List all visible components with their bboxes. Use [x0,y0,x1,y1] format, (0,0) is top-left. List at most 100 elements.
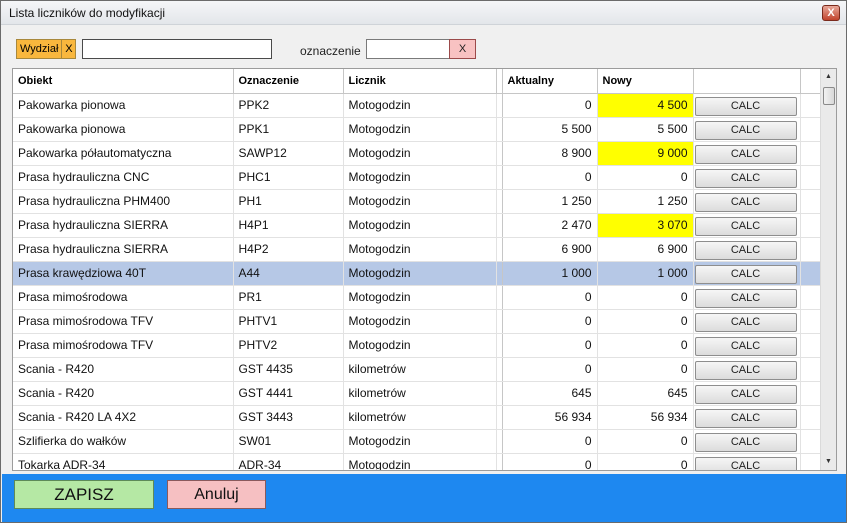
table-row[interactable]: Prasa mimośrodowa TFV PHTV1 Motogodzin 0 0 CA… [13,309,822,334]
table-row[interactable]: Prasa hydrauliczna SIERRA H4P1 Motogodzin 2… [13,213,822,238]
table-row[interactable]: Scania - R420 LA 4X2 GST 3443 kilometrów 56… [13,405,822,430]
column-header-obiekt[interactable]: Obiekt [13,69,234,94]
cell-licznik: Motogodzin [343,453,497,470]
cell-nowy[interactable]: 6 900 [597,237,694,262]
calc-button[interactable]: CALC [694,336,797,356]
cell-nowy[interactable]: 0 [597,285,694,310]
cell-aktualny: 0 [502,285,598,310]
cell-aktualny: 2 470 [502,213,598,238]
calc-button[interactable]: CALC [694,456,797,470]
cell-nowy[interactable]: 0 [597,309,694,334]
calc-button[interactable]: CALC [694,312,797,332]
cell-obiekt: Scania - R420 [13,381,234,406]
calc-button[interactable]: CALC [694,288,797,308]
table-body: Pakowarka pionowa PPK2 Motogodzin 0 4 500 CAL… [13,93,822,470]
cell-calc: CALC [693,309,801,334]
table-row[interactable]: Prasa hydrauliczna SIERRA H4P2 Motogodzin 6… [13,237,822,262]
cell-nowy[interactable]: 0 [597,333,694,358]
column-header-aktualny[interactable]: Aktualny [502,69,598,94]
cell-oznaczenie: A44 [233,261,344,286]
cell-nowy[interactable]: 1 250 [597,189,694,214]
calc-button[interactable]: CALC [694,264,797,284]
calc-button[interactable]: CALC [694,432,797,452]
cell-nowy[interactable]: 0 [597,165,694,190]
table-row[interactable]: Prasa krawędziowa 40T A44 Motogodzin 1 000 1… [13,261,822,286]
cell-nowy[interactable]: 56 934 [597,405,694,430]
cell-calc: CALC [693,381,801,406]
cell-obiekt: Pakowarka pionowa [13,117,234,142]
calc-button[interactable]: CALC [694,240,797,260]
cell-obiekt: Pakowarka pionowa [13,93,234,118]
cell-licznik: Motogodzin [343,333,497,358]
calc-button[interactable]: CALC [694,384,797,404]
cancel-button[interactable]: Anuluj [167,480,266,509]
cell-obiekt: Prasa mimośrodowa [13,285,234,310]
calc-button[interactable]: CALC [694,168,797,188]
cell-calc: CALC [693,285,801,310]
cell-oznaczenie: PHTV1 [233,309,344,334]
cell-licznik: Motogodzin [343,165,497,190]
column-header-nowy[interactable]: Nowy [597,69,694,94]
cell-nowy[interactable]: 4 500 [597,93,694,118]
calc-button[interactable]: CALC [694,96,797,116]
calc-button[interactable]: CALC [694,216,797,236]
cell-obiekt: Prasa hydrauliczna SIERRA [13,237,234,262]
close-button[interactable]: X [822,5,840,21]
calc-button[interactable]: CALC [694,408,797,428]
cell-end [800,189,822,214]
wydzial-tag-clear-button[interactable]: X [61,40,75,58]
cell-aktualny: 0 [502,453,598,470]
vertical-scrollbar[interactable]: ▲ ▼ [820,69,836,470]
table-row[interactable]: Prasa hydrauliczna CNC PHC1 Motogodzin 0 0 CA… [13,165,822,190]
cell-nowy[interactable]: 9 000 [597,141,694,166]
cell-nowy[interactable]: 0 [597,357,694,382]
calc-button[interactable]: CALC [694,192,797,212]
table-row[interactable]: Prasa mimośrodowa TFV PHTV2 Motogodzin 0 0 CA… [13,333,822,358]
table-row[interactable]: Szlifierka do wałków SW01 Motogodzin 0 0 CALC [13,429,822,454]
cell-oznaczenie: PR1 [233,285,344,310]
cell-nowy[interactable]: 645 [597,381,694,406]
cell-nowy[interactable]: 5 500 [597,117,694,142]
table-row[interactable]: Scania - R420 GST 4441 kilometrów 645 645 CAL… [13,381,822,406]
calc-button[interactable]: CALC [694,144,797,164]
cell-aktualny: 6 900 [502,237,598,262]
scroll-up-arrow-icon[interactable]: ▲ [821,69,836,85]
oznaczenie-clear-button[interactable]: X [449,39,476,59]
wydzial-filter-tag[interactable]: Wydział X [16,39,77,59]
dialog-window: Lista liczników do modyfikacji X Wydział… [0,0,847,523]
filter-bar: Wydział X oznaczenie X [1,25,846,67]
table-row[interactable]: Pakowarka pionowa PPK2 Motogodzin 0 4 500 CAL… [13,93,822,118]
scrollbar-thumb[interactable] [823,87,835,105]
cell-nowy[interactable]: 1 000 [597,261,694,286]
table-row[interactable]: Tokarka ADR-34 ADR-34 Motogodzin 0 0 CALC [13,453,822,470]
cell-nowy[interactable]: 0 [597,429,694,454]
cell-nowy[interactable]: 0 [597,453,694,470]
cell-aktualny: 0 [502,357,598,382]
cell-licznik: Motogodzin [343,189,497,214]
cell-licznik: Motogodzin [343,309,497,334]
calc-button[interactable]: CALC [694,120,797,140]
cell-oznaczenie: GST 4435 [233,357,344,382]
table-row[interactable]: Prasa hydrauliczna PHM400 PH1 Motogodzin 1 … [13,189,822,214]
cell-calc: CALC [693,237,801,262]
oznaczenie-input[interactable] [366,39,450,59]
column-header-licznik[interactable]: Licznik [343,69,497,94]
column-header-oznaczenie[interactable]: Oznaczenie [233,69,344,94]
save-button[interactable]: ZAPISZ [14,480,154,509]
table-row[interactable]: Scania - R420 GST 4435 kilometrów 0 0 CALC [13,357,822,382]
scroll-down-arrow-icon[interactable]: ▼ [821,454,836,470]
close-icon: X [827,7,835,19]
cell-aktualny: 1 000 [502,261,598,286]
table-row[interactable]: Pakowarka półautomatyczna SAWP12 Motogodzi… [13,141,822,166]
wydzial-filter-input[interactable] [82,39,272,59]
cell-oznaczenie: PH1 [233,189,344,214]
table-row[interactable]: Pakowarka pionowa PPK1 Motogodzin 5 500 5 50… [13,117,822,142]
table-row[interactable]: Prasa mimośrodowa PR1 Motogodzin 0 0 CALC [13,285,822,310]
cell-nowy[interactable]: 3 070 [597,213,694,238]
cell-end [800,285,822,310]
footer-bar: ZAPISZ Anuluj [2,474,846,522]
cell-calc: CALC [693,117,801,142]
cell-licznik: kilometrów [343,405,497,430]
calc-button[interactable]: CALC [694,360,797,380]
cell-calc: CALC [693,165,801,190]
